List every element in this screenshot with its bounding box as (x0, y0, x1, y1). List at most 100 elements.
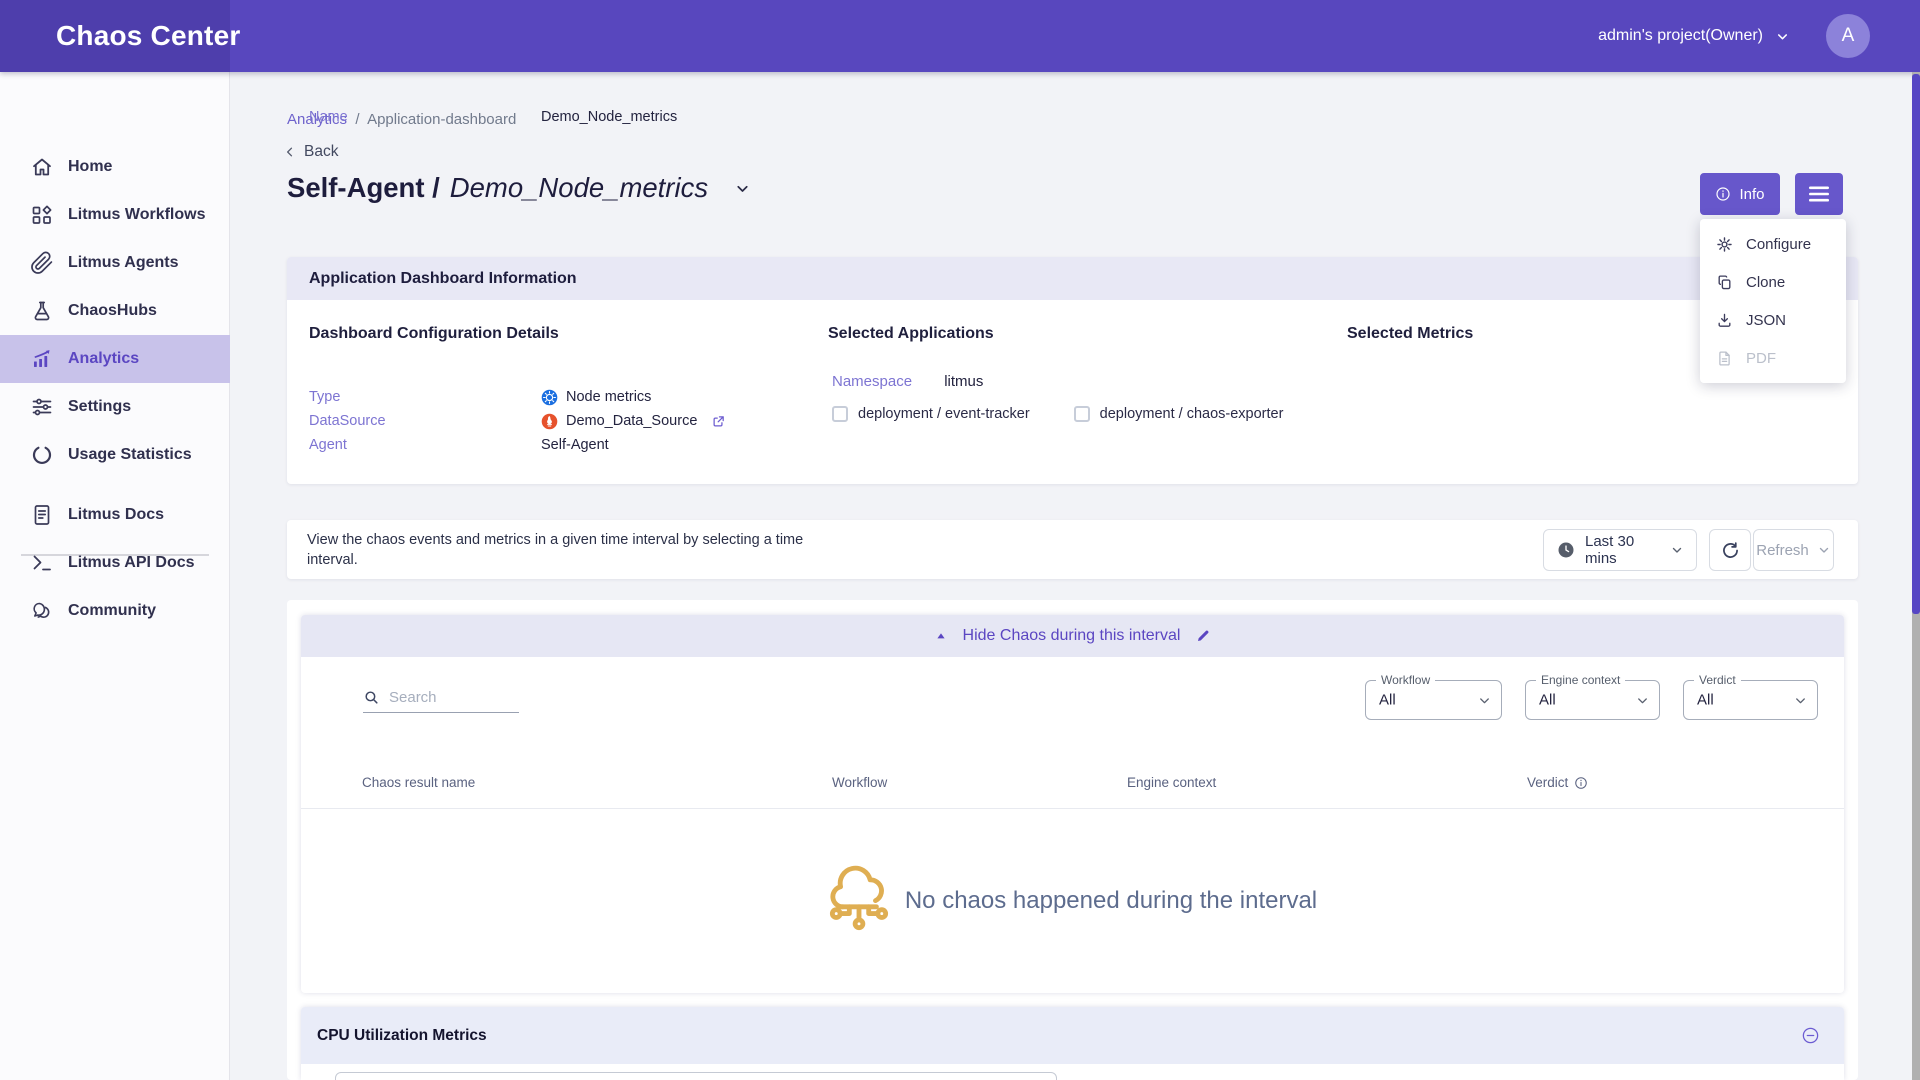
menu-item-label: JSON (1746, 312, 1786, 329)
config-value: Self-Agent (541, 437, 609, 453)
scrollbar-thumb[interactable] (1912, 74, 1920, 614)
interval-description-line2: interval. (307, 550, 803, 570)
chevron-down-icon (1793, 693, 1808, 713)
prometheus-icon (541, 413, 558, 430)
sidebar-item-chaoshubs[interactable]: ChaosHubs (0, 287, 230, 335)
pencil-icon[interactable] (1195, 628, 1211, 644)
back-link[interactable]: Back (283, 143, 338, 161)
bar-chart-icon (30, 347, 54, 371)
triangle-up-icon[interactable] (934, 629, 948, 643)
sidebar-item-litmus-agents[interactable]: Litmus Agents (0, 239, 230, 287)
sidebar-item-home[interactable]: Home (0, 143, 230, 191)
external-link-icon[interactable] (711, 414, 726, 429)
info-button[interactable]: Info (1700, 173, 1780, 215)
empty-message: No chaos happened during the interval (905, 887, 1317, 915)
config-label: Name (309, 109, 541, 125)
terminal-icon (30, 551, 54, 575)
page-title: Self-Agent / Demo_Node_metrics (287, 172, 751, 204)
refresh-label: Refresh (1756, 542, 1809, 559)
engine-context-filter-select[interactable]: Engine context All (1525, 680, 1660, 720)
workflows-icon (30, 203, 54, 227)
menu-item-configure[interactable]: Configure (1700, 225, 1846, 263)
arc-circle-icon (30, 443, 54, 467)
cpu-utilization-card: CPU Utilization Metrics (301, 1007, 1844, 1080)
interval-description-line1: View the chaos events and metrics in a g… (307, 530, 803, 550)
dashboard-switch-chevron-icon[interactable] (734, 180, 751, 197)
checkbox-box (1074, 406, 1090, 422)
config-value-text: Demo_Data_Source (566, 413, 697, 429)
sidebar-item-community[interactable]: Community (0, 587, 230, 635)
header-right: admin's project(Owner) A (1598, 0, 1870, 72)
sidebar-item-label: Community (68, 602, 156, 620)
menu-item-clone[interactable]: Clone (1700, 263, 1846, 301)
menu-item-label: Configure (1746, 236, 1811, 253)
more-options-button[interactable] (1795, 173, 1843, 215)
chevron-down-icon (1817, 543, 1831, 557)
sidebar-item-usage-statistics[interactable]: Usage Statistics (0, 431, 230, 479)
menu-item-label: PDF (1746, 350, 1776, 367)
search-input[interactable] (389, 689, 504, 706)
chaos-collapse-label: Hide Chaos during this interval (963, 627, 1181, 645)
menu-item-json[interactable]: JSON (1700, 301, 1846, 339)
document-icon (30, 503, 54, 527)
scrollbar-track[interactable] (1912, 72, 1920, 1080)
chevron-down-icon (1670, 543, 1684, 557)
sidebar-item-litmus-docs[interactable]: Litmus Docs (0, 491, 230, 539)
info-card-header: Application Dashboard Information (287, 257, 1858, 300)
flask-icon (30, 299, 54, 323)
menu-item-label: Clone (1746, 274, 1785, 291)
namespace-row: Namespace litmus (832, 373, 983, 390)
refresh-interval-button[interactable]: Refresh (1753, 529, 1834, 571)
filter-value: All (1539, 692, 1556, 709)
time-range-button[interactable]: Last 30 mins (1543, 529, 1697, 571)
sidebar-item-litmus-api-docs[interactable]: Litmus API Docs (0, 539, 230, 587)
hamburger-menu-icon (1809, 186, 1829, 202)
avatar[interactable]: A (1826, 14, 1870, 58)
cpu-section-header: CPU Utilization Metrics (301, 1007, 1844, 1064)
config-row-name: Name Demo_Node_metrics (309, 107, 677, 127)
info-icon (1715, 186, 1731, 202)
chevron-down-icon[interactable] (1775, 29, 1790, 44)
project-switcher-label[interactable]: admin's project(Owner) (1598, 27, 1763, 45)
cpu-section-title: CPU Utilization Metrics (317, 1027, 1801, 1045)
collapse-section-button[interactable] (1801, 1026, 1820, 1045)
sidebar-item-label: Litmus Agents (68, 254, 179, 272)
namespace-value: litmus (944, 373, 983, 390)
sidebar-item-analytics[interactable]: Analytics (0, 335, 230, 383)
workflow-filter-select[interactable]: Workflow All (1365, 680, 1502, 720)
info-button-label: Info (1739, 186, 1764, 203)
app-title: Chaos Center (56, 0, 240, 72)
interval-description: View the chaos events and metrics in a g… (307, 530, 803, 570)
filter-value: All (1379, 692, 1396, 709)
sidebar-item-litmus-workflows[interactable]: Litmus Workflows (0, 191, 230, 239)
checkbox-label: deployment / event-tracker (858, 406, 1030, 422)
sidebar-item-label: Analytics (68, 350, 139, 368)
checkbox-deployment-chaos-exporter[interactable]: deployment / chaos-exporter (1074, 406, 1284, 422)
sidebar-item-label: Usage Statistics (68, 446, 192, 464)
metrics-panel: Hide Chaos during this interval Workflow… (287, 600, 1858, 1080)
home-icon (30, 155, 54, 179)
column-header-verdict: Verdict (1527, 775, 1588, 790)
filter-label: Workflow (1376, 673, 1435, 687)
search-field (363, 683, 519, 713)
refresh-icon (1720, 540, 1741, 561)
pdf-icon (1716, 350, 1733, 367)
filter-label: Engine context (1536, 673, 1625, 687)
options-dropdown-menu: Configure Clone JSON PDF (1700, 219, 1846, 383)
sidebar-item-settings[interactable]: Settings (0, 383, 230, 431)
application-dashboard-info-card: Application Dashboard Information Dashbo… (287, 257, 1858, 484)
config-details-title: Dashboard Configuration Details (309, 325, 559, 343)
search-icon (363, 689, 380, 706)
info-circle-icon[interactable] (1574, 776, 1588, 790)
refresh-now-button[interactable] (1709, 529, 1751, 571)
menu-item-pdf: PDF (1700, 339, 1846, 377)
chevron-down-icon (1635, 693, 1650, 713)
config-label: DataSource (309, 413, 541, 429)
checkbox-deployment-event-tracker[interactable]: deployment / event-tracker (832, 406, 1030, 422)
time-range-label: Last 30 mins (1585, 533, 1660, 567)
verdict-filter-select[interactable]: Verdict All (1683, 680, 1818, 720)
application-checkboxes: deployment / event-tracker deployment / … (832, 406, 1283, 422)
cloud-nodes-icon (828, 863, 890, 939)
cpu-chart-container (335, 1072, 1057, 1080)
back-label: Back (304, 143, 338, 161)
